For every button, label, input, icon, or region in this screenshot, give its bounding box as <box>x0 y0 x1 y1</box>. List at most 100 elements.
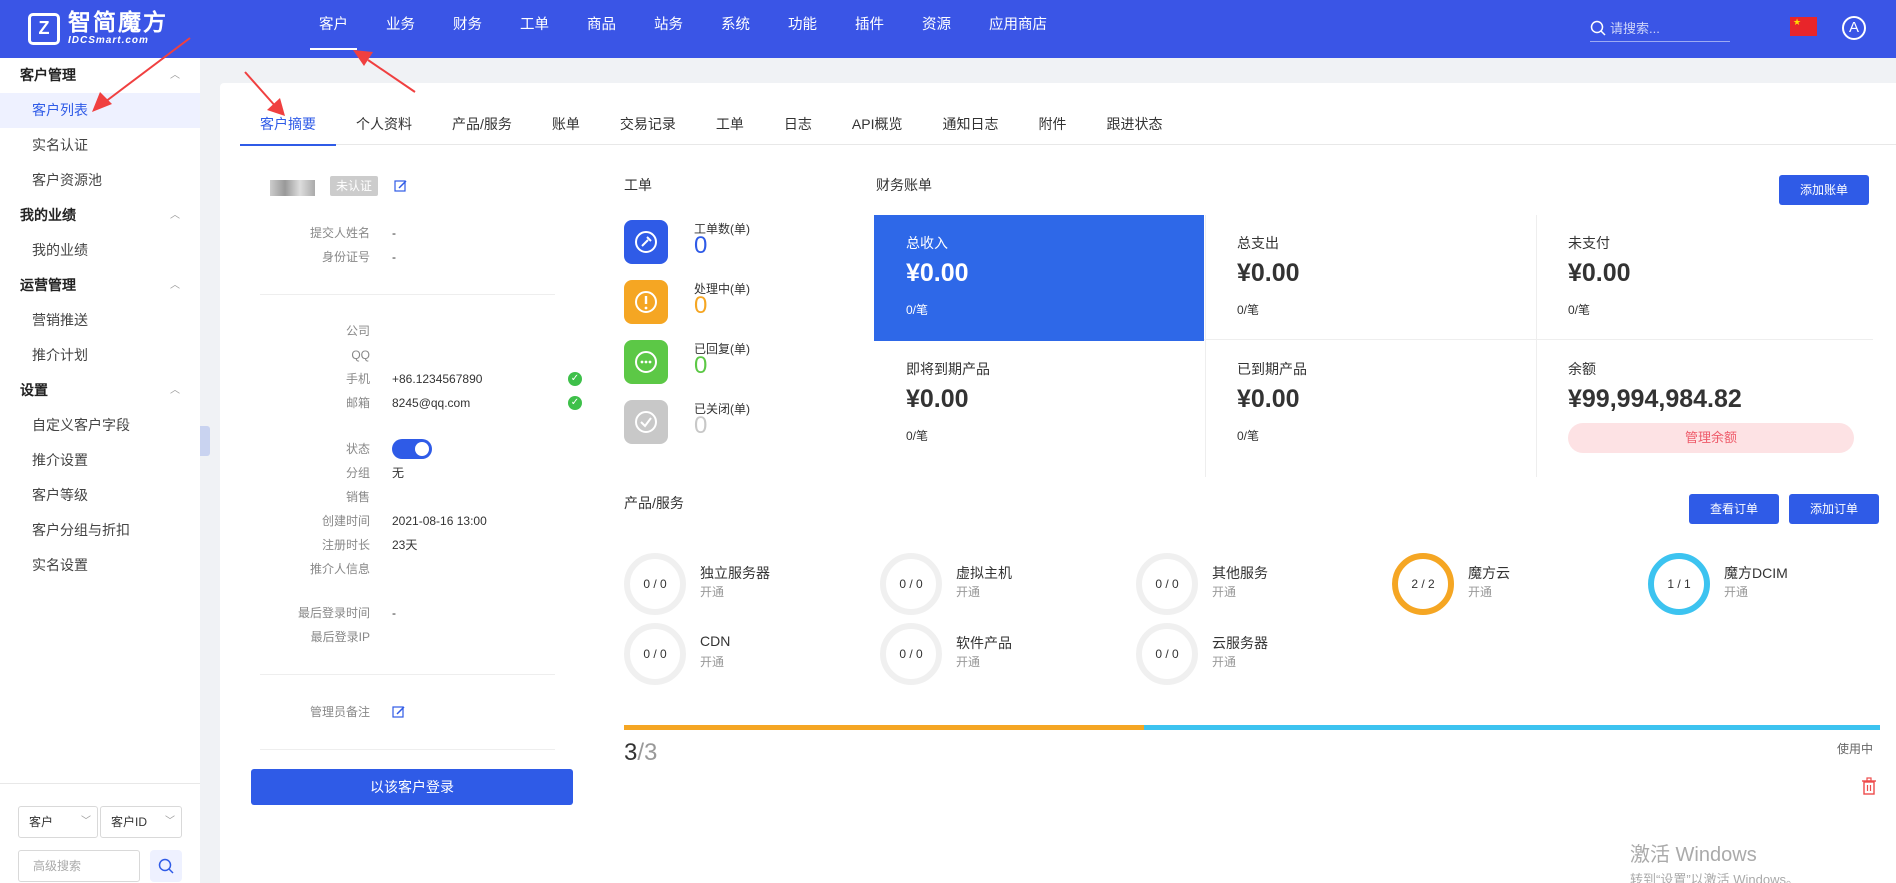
nav-item-1[interactable]: 业务 <box>367 0 434 58</box>
usage-current: 3 <box>624 739 638 766</box>
product-status: 开通 <box>700 585 725 599</box>
ticket-stat-1[interactable]: 处理中(单) 0 <box>624 280 824 326</box>
sales-label: 销售 <box>345 490 370 504</box>
tab-7[interactable]: API概览 <box>832 83 923 145</box>
sidebar-item-3-0[interactable]: 自定义客户字段 <box>0 408 200 443</box>
client-name-blurred <box>270 180 315 196</box>
product-item-2[interactable]: 0 / 0 其他服务 开通 <box>1136 553 1376 615</box>
tab-1[interactable]: 个人资料 <box>336 83 432 145</box>
edit-name-icon[interactable] <box>394 179 408 193</box>
sidebar-item-3-3[interactable]: 客户分组与折扣 <box>0 513 200 548</box>
nav-item-7[interactable]: 功能 <box>769 0 836 58</box>
submitter-value: - <box>392 226 396 240</box>
sidebar-group-title: 设置 <box>20 382 48 398</box>
product-name: 其他服务 <box>1212 565 1268 581</box>
sidebar-item-3-4[interactable]: 实名设置 <box>0 548 200 583</box>
product-item-1[interactable]: 0 / 0 虚拟主机 开通 <box>880 553 1120 615</box>
sidebar-item-1-0[interactable]: 我的业绩 <box>0 233 200 268</box>
finance-cell-count: 0/笔 <box>1237 303 1260 317</box>
sidebar-item-2-1[interactable]: 推介计划 <box>0 338 200 373</box>
referrer-row: 推介人信息 <box>250 559 550 579</box>
ticket-stat-3[interactable]: 已关闭(单) 0 <box>624 400 824 446</box>
phone-value: +86.1234567890 <box>392 372 483 386</box>
advanced-search-input[interactable]: 高级搜索 <box>18 850 140 882</box>
product-item-4[interactable]: 1 / 1 魔方DCIM 开通 <box>1648 553 1888 615</box>
search-field-select[interactable]: 客户ID ﹀ <box>100 806 182 838</box>
finance-cell-count: 0/笔 <box>906 429 929 443</box>
status-row: 状态 <box>250 439 550 459</box>
sidebar-item-3-1[interactable]: 推介设置 <box>0 443 200 478</box>
search-icon <box>1590 20 1606 36</box>
nav-item-10[interactable]: 应用商店 <box>970 0 1066 58</box>
nav-item-5[interactable]: 站务 <box>635 0 702 58</box>
ticket-stat-value: 0 <box>694 352 708 379</box>
product-item-3[interactable]: 2 / 2 魔方云 开通 <box>1392 553 1632 615</box>
submitter-label: 提交人姓名 <box>309 226 370 240</box>
product-item-7[interactable]: 0 / 0 云服务器 开通 <box>1136 623 1376 685</box>
add-order-button[interactable]: 添加订单 <box>1789 494 1879 524</box>
nav-item-0[interactable]: 客户 <box>300 0 367 58</box>
usage-label: 使用中 <box>1837 742 1874 756</box>
finance-title: 财务账单 <box>876 177 932 193</box>
sidebar-item-0-2[interactable]: 客户资源池 <box>0 163 200 198</box>
sidebar-item-0-1[interactable]: 实名认证 <box>0 128 200 163</box>
tab-6[interactable]: 日志 <box>764 83 832 145</box>
products-title: 产品/服务 <box>624 495 684 511</box>
product-item-0[interactable]: 0 / 0 独立服务器 开通 <box>624 553 864 615</box>
search-type-select[interactable]: 客户 ﹀ <box>18 806 98 838</box>
nav-item-2[interactable]: 财务 <box>434 0 501 58</box>
search-field-value: 客户ID <box>111 815 148 829</box>
product-status: 开通 <box>1212 585 1237 599</box>
product-item-6[interactable]: 0 / 0 软件产品 开通 <box>880 623 1120 685</box>
watermark-line2: 转到“设置”以激活 Windows。 <box>1630 872 1800 883</box>
view-orders-button[interactable]: 查看订单 <box>1689 494 1779 524</box>
status-toggle[interactable] <box>392 439 432 459</box>
search-placeholder: 请搜索... <box>1610 21 1660 36</box>
email-label: 邮箱 <box>345 396 370 410</box>
usage-fraction: 3/3 <box>624 739 657 767</box>
tab-4[interactable]: 交易记录 <box>600 83 696 145</box>
sidebar-collapse-handle[interactable] <box>200 426 210 456</box>
sidebar-item-0-0[interactable]: 客户列表 <box>0 93 200 128</box>
search-button[interactable] <box>150 850 182 882</box>
sales-row: 销售 <box>250 487 550 507</box>
nav-item-6[interactable]: 系统 <box>702 0 769 58</box>
tab-5[interactable]: 工单 <box>696 83 764 145</box>
user-avatar[interactable]: A <box>1842 16 1866 40</box>
tab-9[interactable]: 附件 <box>1018 83 1086 145</box>
nav-item-4[interactable]: 商品 <box>568 0 635 58</box>
sidebar-group-3[interactable]: 设置 ︿ <box>0 373 200 408</box>
tab-10[interactable]: 跟进状态 <box>1086 83 1182 145</box>
logo[interactable]: Z 智简魔方 IDCSmart.com <box>28 11 168 46</box>
finance-cell-2: 未支付 ¥0.00 0/笔 <box>1536 215 1866 341</box>
product-item-5[interactable]: 0 / 0 CDN 开通 <box>624 623 864 685</box>
product-ring: 0 / 0 <box>624 623 686 685</box>
global-search[interactable]: 请搜索... <box>1590 14 1730 42</box>
tab-8[interactable]: 通知日志 <box>922 83 1018 145</box>
login-as-client-button[interactable]: 以该客户登录 <box>251 769 573 805</box>
referrer-label: 推介人信息 <box>309 562 370 576</box>
finance-cell-1: 总支出 ¥0.00 0/笔 <box>1205 215 1535 341</box>
logo-subtitle: IDCSmart.com <box>68 35 149 46</box>
nav-item-3[interactable]: 工单 <box>501 0 568 58</box>
tab-2[interactable]: 产品/服务 <box>432 83 532 145</box>
nav-item-8[interactable]: 插件 <box>836 0 903 58</box>
ticket-stat-2[interactable]: 已回复(单) 0 <box>624 340 824 386</box>
edit-note-icon[interactable] <box>392 705 406 719</box>
ticket-stat-0[interactable]: 工单数(单) 0 <box>624 220 824 266</box>
trash-icon[interactable] <box>1861 777 1877 795</box>
sidebar-item-3-2[interactable]: 客户等级 <box>0 478 200 513</box>
china-flag-icon[interactable] <box>1790 17 1817 36</box>
finance-cell-title: 已到期产品 <box>1237 361 1307 377</box>
sidebar-group-2[interactable]: 运营管理 ︿ <box>0 268 200 303</box>
add-bill-button[interactable]: 添加账单 <box>1779 175 1869 205</box>
manage-balance-button[interactable]: 管理余额 <box>1568 423 1854 453</box>
sidebar-item-2-0[interactable]: 营销推送 <box>0 303 200 338</box>
tab-0[interactable]: 客户摘要 <box>240 83 336 146</box>
sidebar-group-1[interactable]: 我的业绩 ︿ <box>0 198 200 233</box>
top-navbar: Z 智简魔方 IDCSmart.com 客户 业务 财务 工单 商品 站务 系统 功能 插件 资源… <box>0 0 1896 58</box>
tab-3[interactable]: 账单 <box>532 83 600 145</box>
product-name: 虚拟主机 <box>956 565 1012 581</box>
nav-item-9[interactable]: 资源 <box>903 0 970 58</box>
sidebar-group-0[interactable]: 客户管理 ︿ <box>0 58 200 93</box>
